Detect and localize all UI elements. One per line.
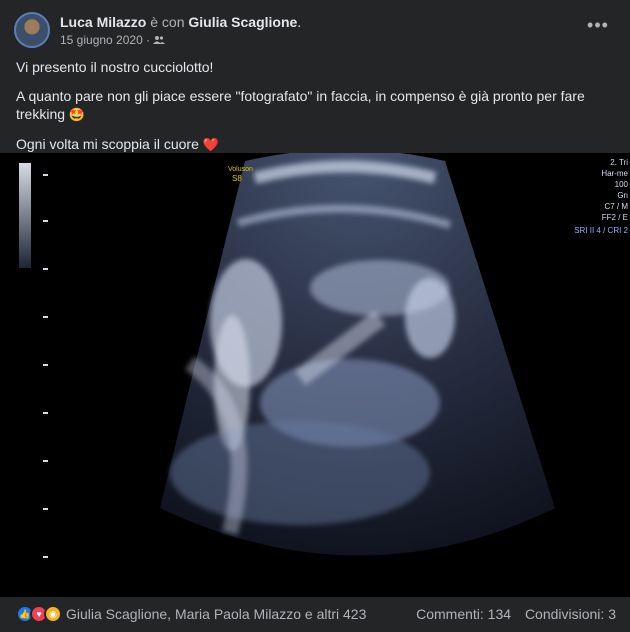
ultrasound-label-1: Voluson: [228, 166, 253, 173]
svg-text:Har-me: Har-me: [601, 169, 628, 178]
friends-icon: [153, 36, 166, 44]
wow-icon: ◉: [44, 605, 62, 623]
reactions-text[interactable]: Giulia Scaglione, Maria Paola Milazzo e …: [66, 606, 366, 622]
star-struck-icon: 🤩: [68, 107, 86, 122]
ultrasound-image[interactable]: Voluson S8 2. Tri Har-me 100 Gn C7 / M F…: [0, 153, 630, 597]
author-line: Luca Milazzo è con Giulia Scaglione.: [60, 14, 301, 30]
post-line-1: Vi presento il nostro cucciolotto!: [16, 59, 214, 75]
post-header: Luca Milazzo è con Giulia Scaglione. 15 …: [14, 12, 614, 52]
shares-count[interactable]: Condivisioni: 3: [525, 606, 616, 622]
svg-text:C7 / M: C7 / M: [604, 202, 628, 211]
post-meta: 15 giugno 2020 ·: [60, 33, 166, 47]
with-label: è con: [150, 14, 185, 30]
svg-text:Gn: Gn: [617, 191, 628, 200]
ultrasound-label-2: S8: [232, 174, 242, 183]
tagged-suffix: .: [297, 14, 302, 30]
meta-dot: ·: [146, 33, 151, 47]
post-text: Vi presento il nostro cucciolotto! A qua…: [16, 58, 606, 165]
post-stats: Commenti: 134 Condivisioni: 3: [406, 606, 616, 622]
ultrasound-sri-label: SRI II 4 / CRI 2: [574, 226, 628, 235]
svg-text:FF2 / E: FF2 / E: [602, 213, 628, 222]
post-line-2: A quanto pare non gli piace essere "foto…: [16, 88, 585, 122]
svg-text:100: 100: [615, 180, 629, 189]
post-footer: 👍 ♥ ◉ Giulia Scaglione, Maria Paola Mila…: [0, 600, 630, 628]
author-name[interactable]: Luca Milazzo: [60, 14, 146, 30]
ultrasound-scan: Voluson S8 2. Tri Har-me 100 Gn C7 / M F…: [0, 153, 630, 597]
post-line-3: Ogni volta mi scoppia il cuore ❤️: [16, 136, 219, 152]
svg-text:2. Tri: 2. Tri: [610, 158, 628, 167]
more-icon[interactable]: •••: [586, 16, 610, 36]
reaction-icons[interactable]: 👍 ♥ ◉: [16, 605, 70, 623]
post-date[interactable]: 15 giugno 2020: [60, 33, 143, 47]
tagged-name[interactable]: Giulia Scaglione: [188, 14, 297, 30]
avatar[interactable]: [14, 12, 50, 48]
comments-count[interactable]: Commenti: 134: [416, 606, 511, 622]
heart-icon: ❤️: [202, 137, 219, 152]
facebook-post: Luca Milazzo è con Giulia Scaglione. 15 …: [0, 0, 630, 632]
